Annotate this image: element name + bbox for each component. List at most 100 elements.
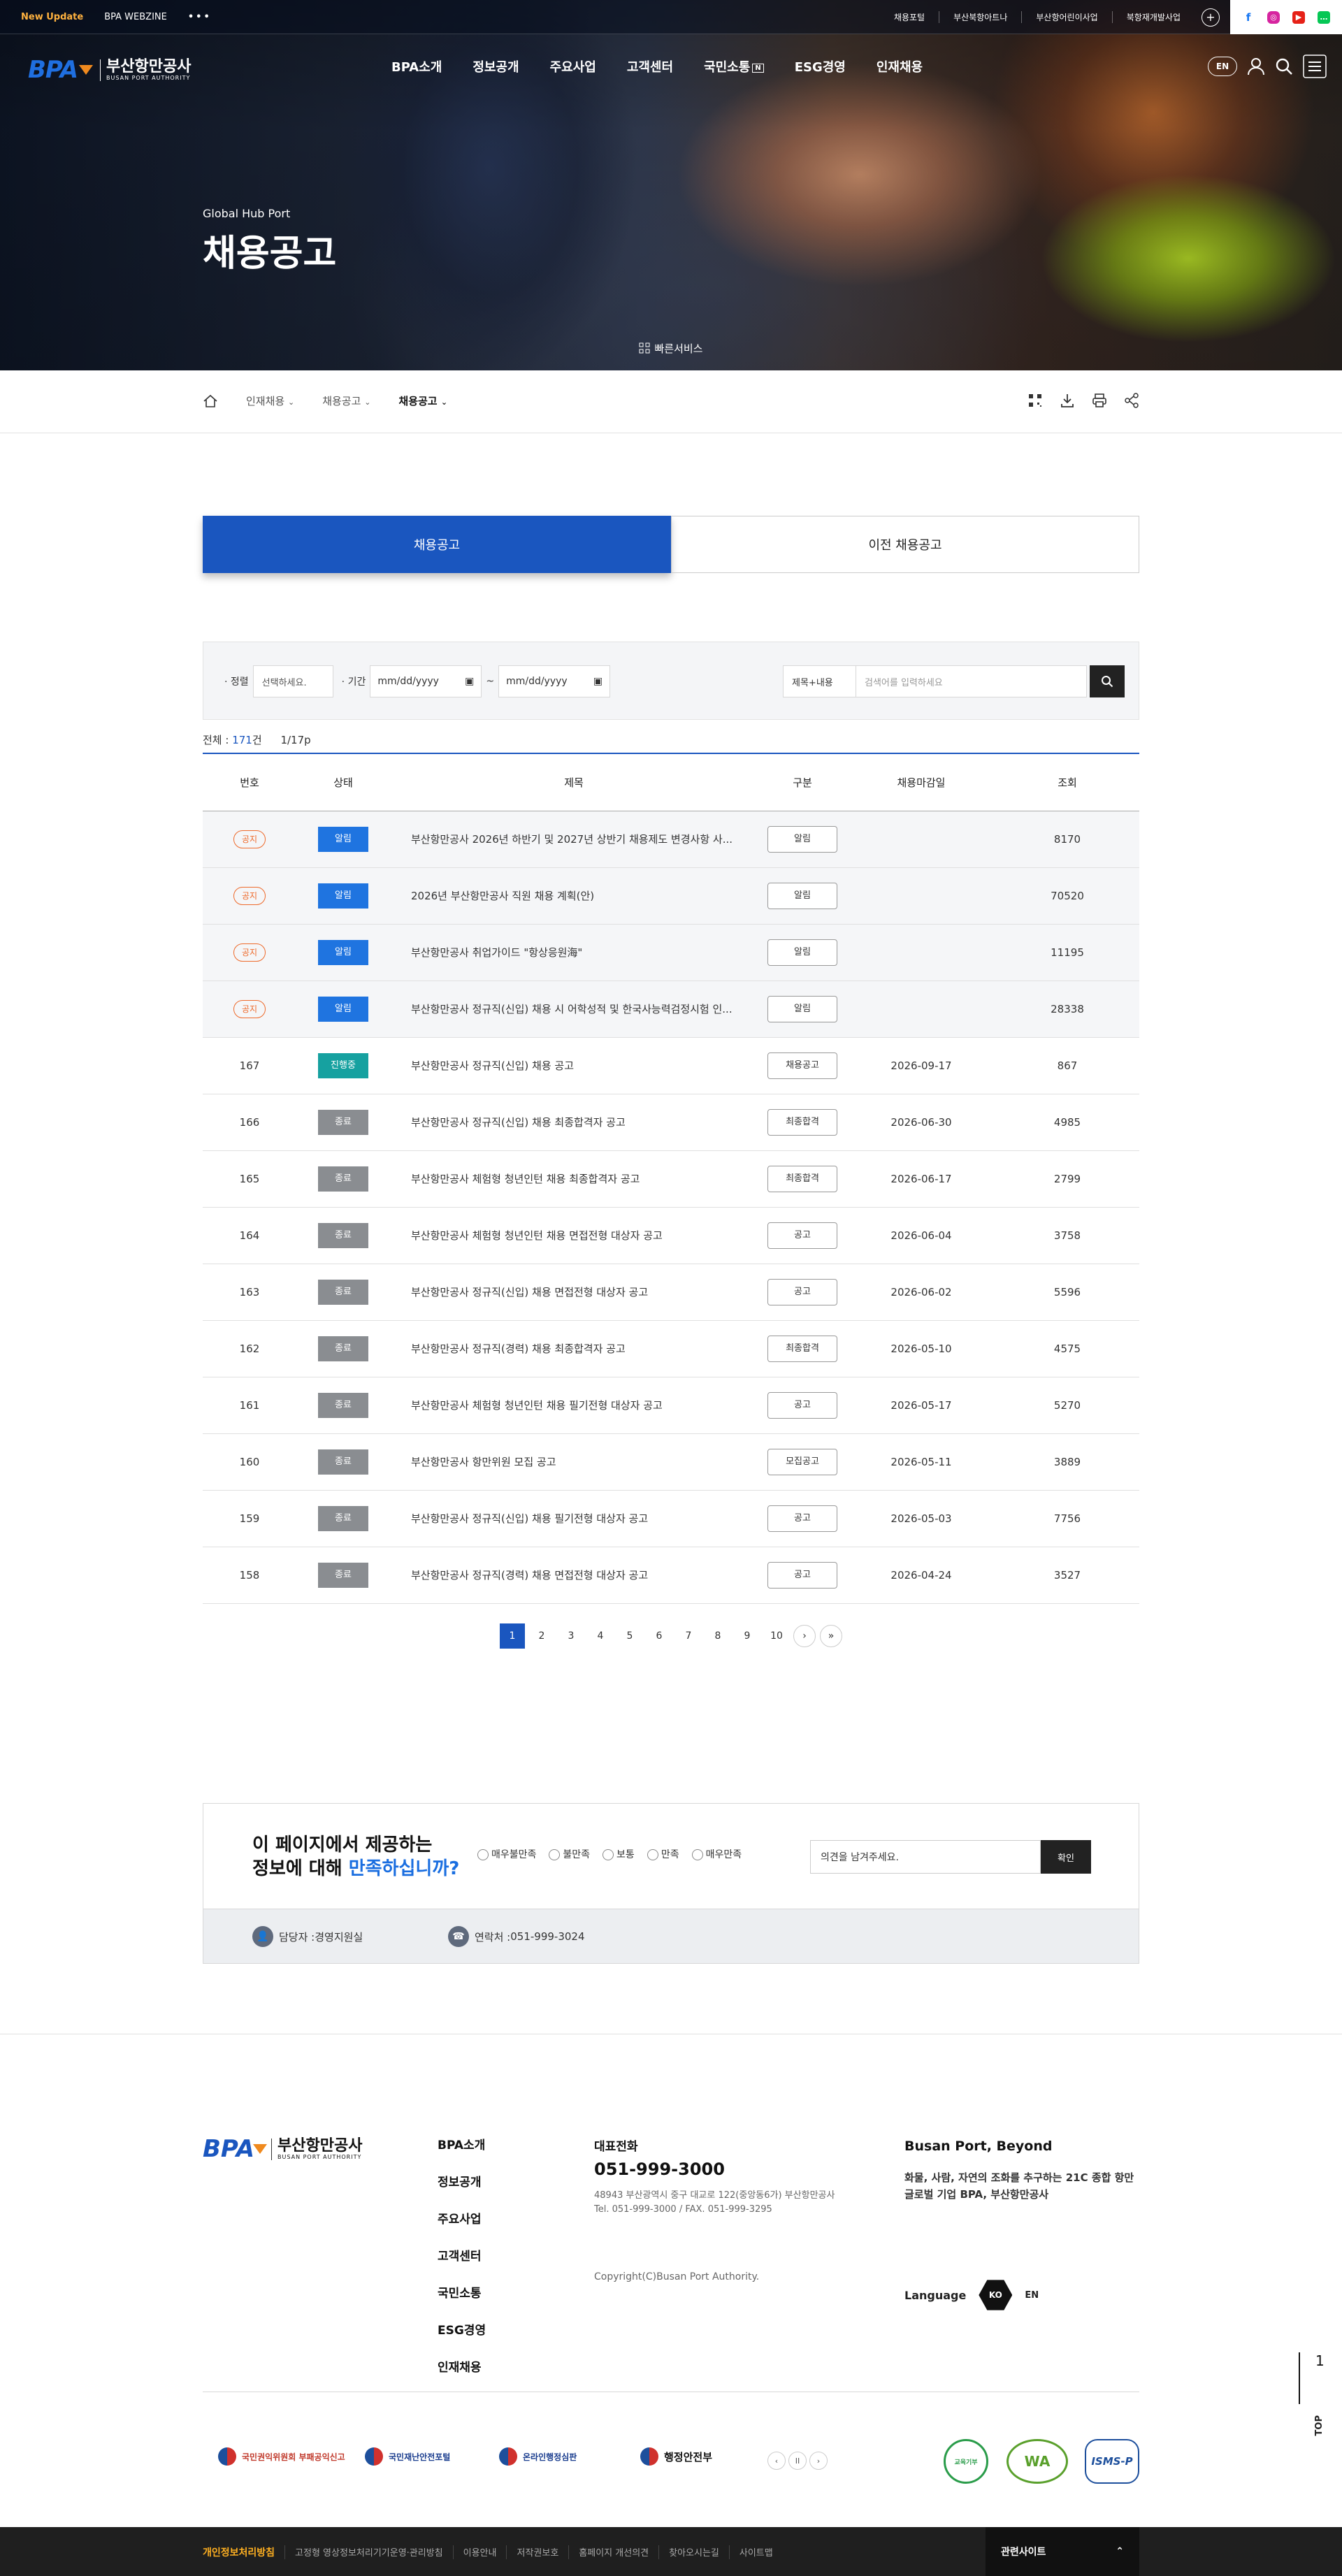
- cctv-policy-link[interactable]: 고정형 영상정보처리기기운영·관리방침: [284, 2545, 453, 2559]
- footer-link-customer[interactable]: 고객센터: [438, 2246, 486, 2264]
- edu-donation-cert[interactable]: 교육기부: [944, 2439, 988, 2484]
- next-page-icon[interactable]: ›: [793, 1625, 816, 1647]
- related-sites-select[interactable]: 관련사이트 ⌃: [986, 2527, 1139, 2576]
- facebook-icon[interactable]: f: [1242, 10, 1255, 24]
- header-logo[interactable]: BPA 부산항만공사 BUSAN PORT AUTHORITY: [28, 56, 191, 84]
- table-row[interactable]: 165 종료 부산항만공사 체험형 청년인턴 채용 최종합격자 공고 최종합격 2026…: [203, 1150, 1139, 1207]
- date-from-input[interactable]: mm/dd/yyyy ▣: [370, 665, 482, 697]
- tab-previous-notices[interactable]: 이전 채용공고: [671, 516, 1139, 573]
- table-row[interactable]: 161 종료 부산항만공사 체험형 청년인턴 채용 필기전형 대상자 공고 공고 202…: [203, 1377, 1139, 1433]
- radio-button[interactable]: [477, 1849, 489, 1860]
- page-4-button[interactable]: 4: [588, 1623, 613, 1649]
- sort-select[interactable]: 선택하세요.: [252, 665, 333, 697]
- tab-current-notices[interactable]: 채용공고: [203, 516, 671, 573]
- sitemap-link[interactable]: 사이트맵: [728, 2545, 783, 2559]
- home-icon[interactable]: [203, 394, 218, 408]
- search-button[interactable]: [1090, 665, 1125, 697]
- more-icon[interactable]: •••: [188, 12, 212, 22]
- notice-title-link[interactable]: 부산항만공사 체험형 청년인턴 채용 최종합격자 공고: [390, 1150, 758, 1207]
- page-10-button[interactable]: 10: [764, 1623, 789, 1649]
- table-row[interactable]: 공지 알림 부산항만공사 2026년 하반기 및 2027년 상반기 채용제도 변경…: [203, 811, 1139, 867]
- youtube-icon[interactable]: ▶: [1292, 10, 1305, 24]
- notice-title-link[interactable]: 부산항만공사 정규직(신입) 채용 필기전형 대상자 공고: [390, 1490, 758, 1547]
- footer-link-esg[interactable]: ESG경영: [438, 2320, 486, 2338]
- footer-link-business[interactable]: 주요사업: [438, 2209, 486, 2227]
- notice-title-link[interactable]: 부산항만공사 정규직(경력) 채용 면접전형 대상자 공고: [390, 1547, 758, 1603]
- table-row[interactable]: 167 진행중 부산항만공사 정규직(신입) 채용 공고 채용공고 2026-09-17…: [203, 1037, 1139, 1094]
- plus-icon[interactable]: +: [1202, 8, 1220, 27]
- lang-ko-button[interactable]: KO: [979, 2280, 1013, 2310]
- crumb-1[interactable]: 인재채용 ⌄: [246, 393, 294, 408]
- lang-en-button[interactable]: EN: [1025, 2290, 1039, 2301]
- option-neutral[interactable]: 보통: [603, 1847, 635, 1861]
- banner-acrc[interactable]: 국민권익위원회 부패공익신고: [218, 2447, 345, 2466]
- util-link-art[interactable]: 부산북항아트나: [939, 11, 1021, 23]
- table-row[interactable]: 공지 알림 2026년 부산항만공사 직원 채용 계획(안) 알림 70520: [203, 867, 1139, 924]
- search-icon[interactable]: [1275, 57, 1293, 75]
- notice-title-link[interactable]: 부산항만공사 정규직(신입) 채용 시 어학성적 및 한국사능력검정시험 인..…: [390, 981, 758, 1037]
- util-link-kids[interactable]: 부산항어린이사업: [1021, 11, 1111, 23]
- notice-title-link[interactable]: 부산항만공사 정규직(경력) 채용 최종합격자 공고: [390, 1320, 758, 1377]
- table-row[interactable]: 162 종료 부산항만공사 정규직(경력) 채용 최종합격자 공고 최종합격 2026-…: [203, 1320, 1139, 1377]
- menu-info[interactable]: 정보공개: [472, 57, 519, 75]
- radio-button[interactable]: [691, 1849, 703, 1860]
- notice-title-link[interactable]: 2026년 부산항만공사 직원 채용 계획(안): [390, 867, 758, 924]
- banner-prev-icon[interactable]: ‹: [767, 2452, 786, 2470]
- scroll-top-button[interactable]: 1 TOP: [1299, 2352, 1325, 2450]
- user-icon[interactable]: [1247, 57, 1265, 75]
- last-page-icon[interactable]: »: [820, 1625, 842, 1647]
- notice-title-link[interactable]: 부산항만공사 정규직(신입) 채용 공고: [390, 1037, 758, 1094]
- notice-title-link[interactable]: 부산항만공사 정규직(신입) 채용 최종합격자 공고: [390, 1094, 758, 1150]
- table-row[interactable]: 163 종료 부산항만공사 정규직(신입) 채용 면접전형 대상자 공고 공고 2026…: [203, 1264, 1139, 1320]
- table-row[interactable]: 공지 알림 부산항만공사 취업가이드 "항상응원海" 알림 11195: [203, 924, 1139, 981]
- notice-title-link[interactable]: 부산항만공사 취업가이드 "항상응원海": [390, 924, 758, 981]
- notice-title-link[interactable]: 부산항만공사 체험형 청년인턴 채용 필기전형 대상자 공고: [390, 1377, 758, 1433]
- page-9-button[interactable]: 9: [735, 1623, 760, 1649]
- radio-button[interactable]: [647, 1849, 658, 1860]
- english-button[interactable]: EN: [1208, 57, 1237, 76]
- option-very-dissatisfied[interactable]: 매우불만족: [477, 1847, 536, 1861]
- crumb-2[interactable]: 채용공고 ⌄: [322, 393, 370, 408]
- feedback-link[interactable]: 홈페이지 개선의견: [568, 2545, 658, 2559]
- page-6-button[interactable]: 6: [647, 1623, 672, 1649]
- usage-guide-link[interactable]: 이용안내: [452, 2545, 507, 2559]
- banner-next-icon[interactable]: ›: [809, 2452, 828, 2470]
- banner-mois[interactable]: 행정안전부: [640, 2447, 712, 2466]
- page-8-button[interactable]: 8: [705, 1623, 730, 1649]
- page-2-button[interactable]: 2: [529, 1623, 554, 1649]
- banner-admin-appeal[interactable]: 온라인행정심판: [499, 2447, 577, 2466]
- new-update-link[interactable]: New Update: [21, 12, 83, 22]
- page-3-button[interactable]: 3: [558, 1623, 584, 1649]
- menu-customer[interactable]: 고객센터: [627, 57, 673, 75]
- menu-communication[interactable]: 국민소통 N: [704, 57, 764, 75]
- crumb-3[interactable]: 채용공고 ⌄: [398, 393, 447, 408]
- directions-link[interactable]: 찾아오시는길: [658, 2545, 729, 2559]
- menu-icon[interactable]: [1303, 55, 1327, 78]
- wa-cert[interactable]: WA: [1006, 2439, 1068, 2484]
- table-row[interactable]: 158 종료 부산항만공사 정규직(경력) 채용 면접전형 대상자 공고 공고 2026…: [203, 1547, 1139, 1603]
- webzine-link[interactable]: BPA WEBZINE: [104, 12, 167, 22]
- footer-link-communication[interactable]: 국민소통: [438, 2283, 486, 2301]
- util-link-north-port[interactable]: 북항재개발사업: [1111, 11, 1195, 23]
- table-row[interactable]: 159 종료 부산항만공사 정규직(신입) 채용 필기전형 대상자 공고 공고 2026…: [203, 1490, 1139, 1547]
- qr-icon[interactable]: [1027, 393, 1043, 408]
- option-very-satisfied[interactable]: 매우만족: [691, 1847, 742, 1861]
- page-7-button[interactable]: 7: [676, 1623, 701, 1649]
- option-satisfied[interactable]: 만족: [647, 1847, 679, 1861]
- menu-recruit[interactable]: 인재채용: [876, 57, 923, 75]
- menu-about[interactable]: BPA소개: [391, 57, 442, 75]
- radio-button[interactable]: [603, 1849, 614, 1860]
- footer-link-about[interactable]: BPA소개: [438, 2135, 486, 2152]
- notice-title-link[interactable]: 부산항만공사 항만위원 모집 공고: [390, 1433, 758, 1490]
- share-icon[interactable]: [1124, 393, 1139, 408]
- page-5-button[interactable]: 5: [617, 1623, 642, 1649]
- notice-title-link[interactable]: 부산항만공사 체험형 청년인턴 채용 면접전형 대상자 공고: [390, 1207, 758, 1264]
- table-row[interactable]: 160 종료 부산항만공사 항만위원 모집 공고 모집공고 2026-05-11 3889: [203, 1433, 1139, 1490]
- download-icon[interactable]: [1060, 393, 1075, 408]
- footer-link-info[interactable]: 정보공개: [438, 2172, 486, 2190]
- option-dissatisfied[interactable]: 불만족: [549, 1847, 590, 1861]
- menu-business[interactable]: 주요사업: [550, 57, 596, 75]
- instagram-icon[interactable]: ◎: [1267, 10, 1280, 24]
- util-link-recruit[interactable]: 채용포털: [880, 11, 939, 23]
- table-row[interactable]: 공지 알림 부산항만공사 정규직(신입) 채용 시 어학성적 및 한국사능력검정시험…: [203, 981, 1139, 1037]
